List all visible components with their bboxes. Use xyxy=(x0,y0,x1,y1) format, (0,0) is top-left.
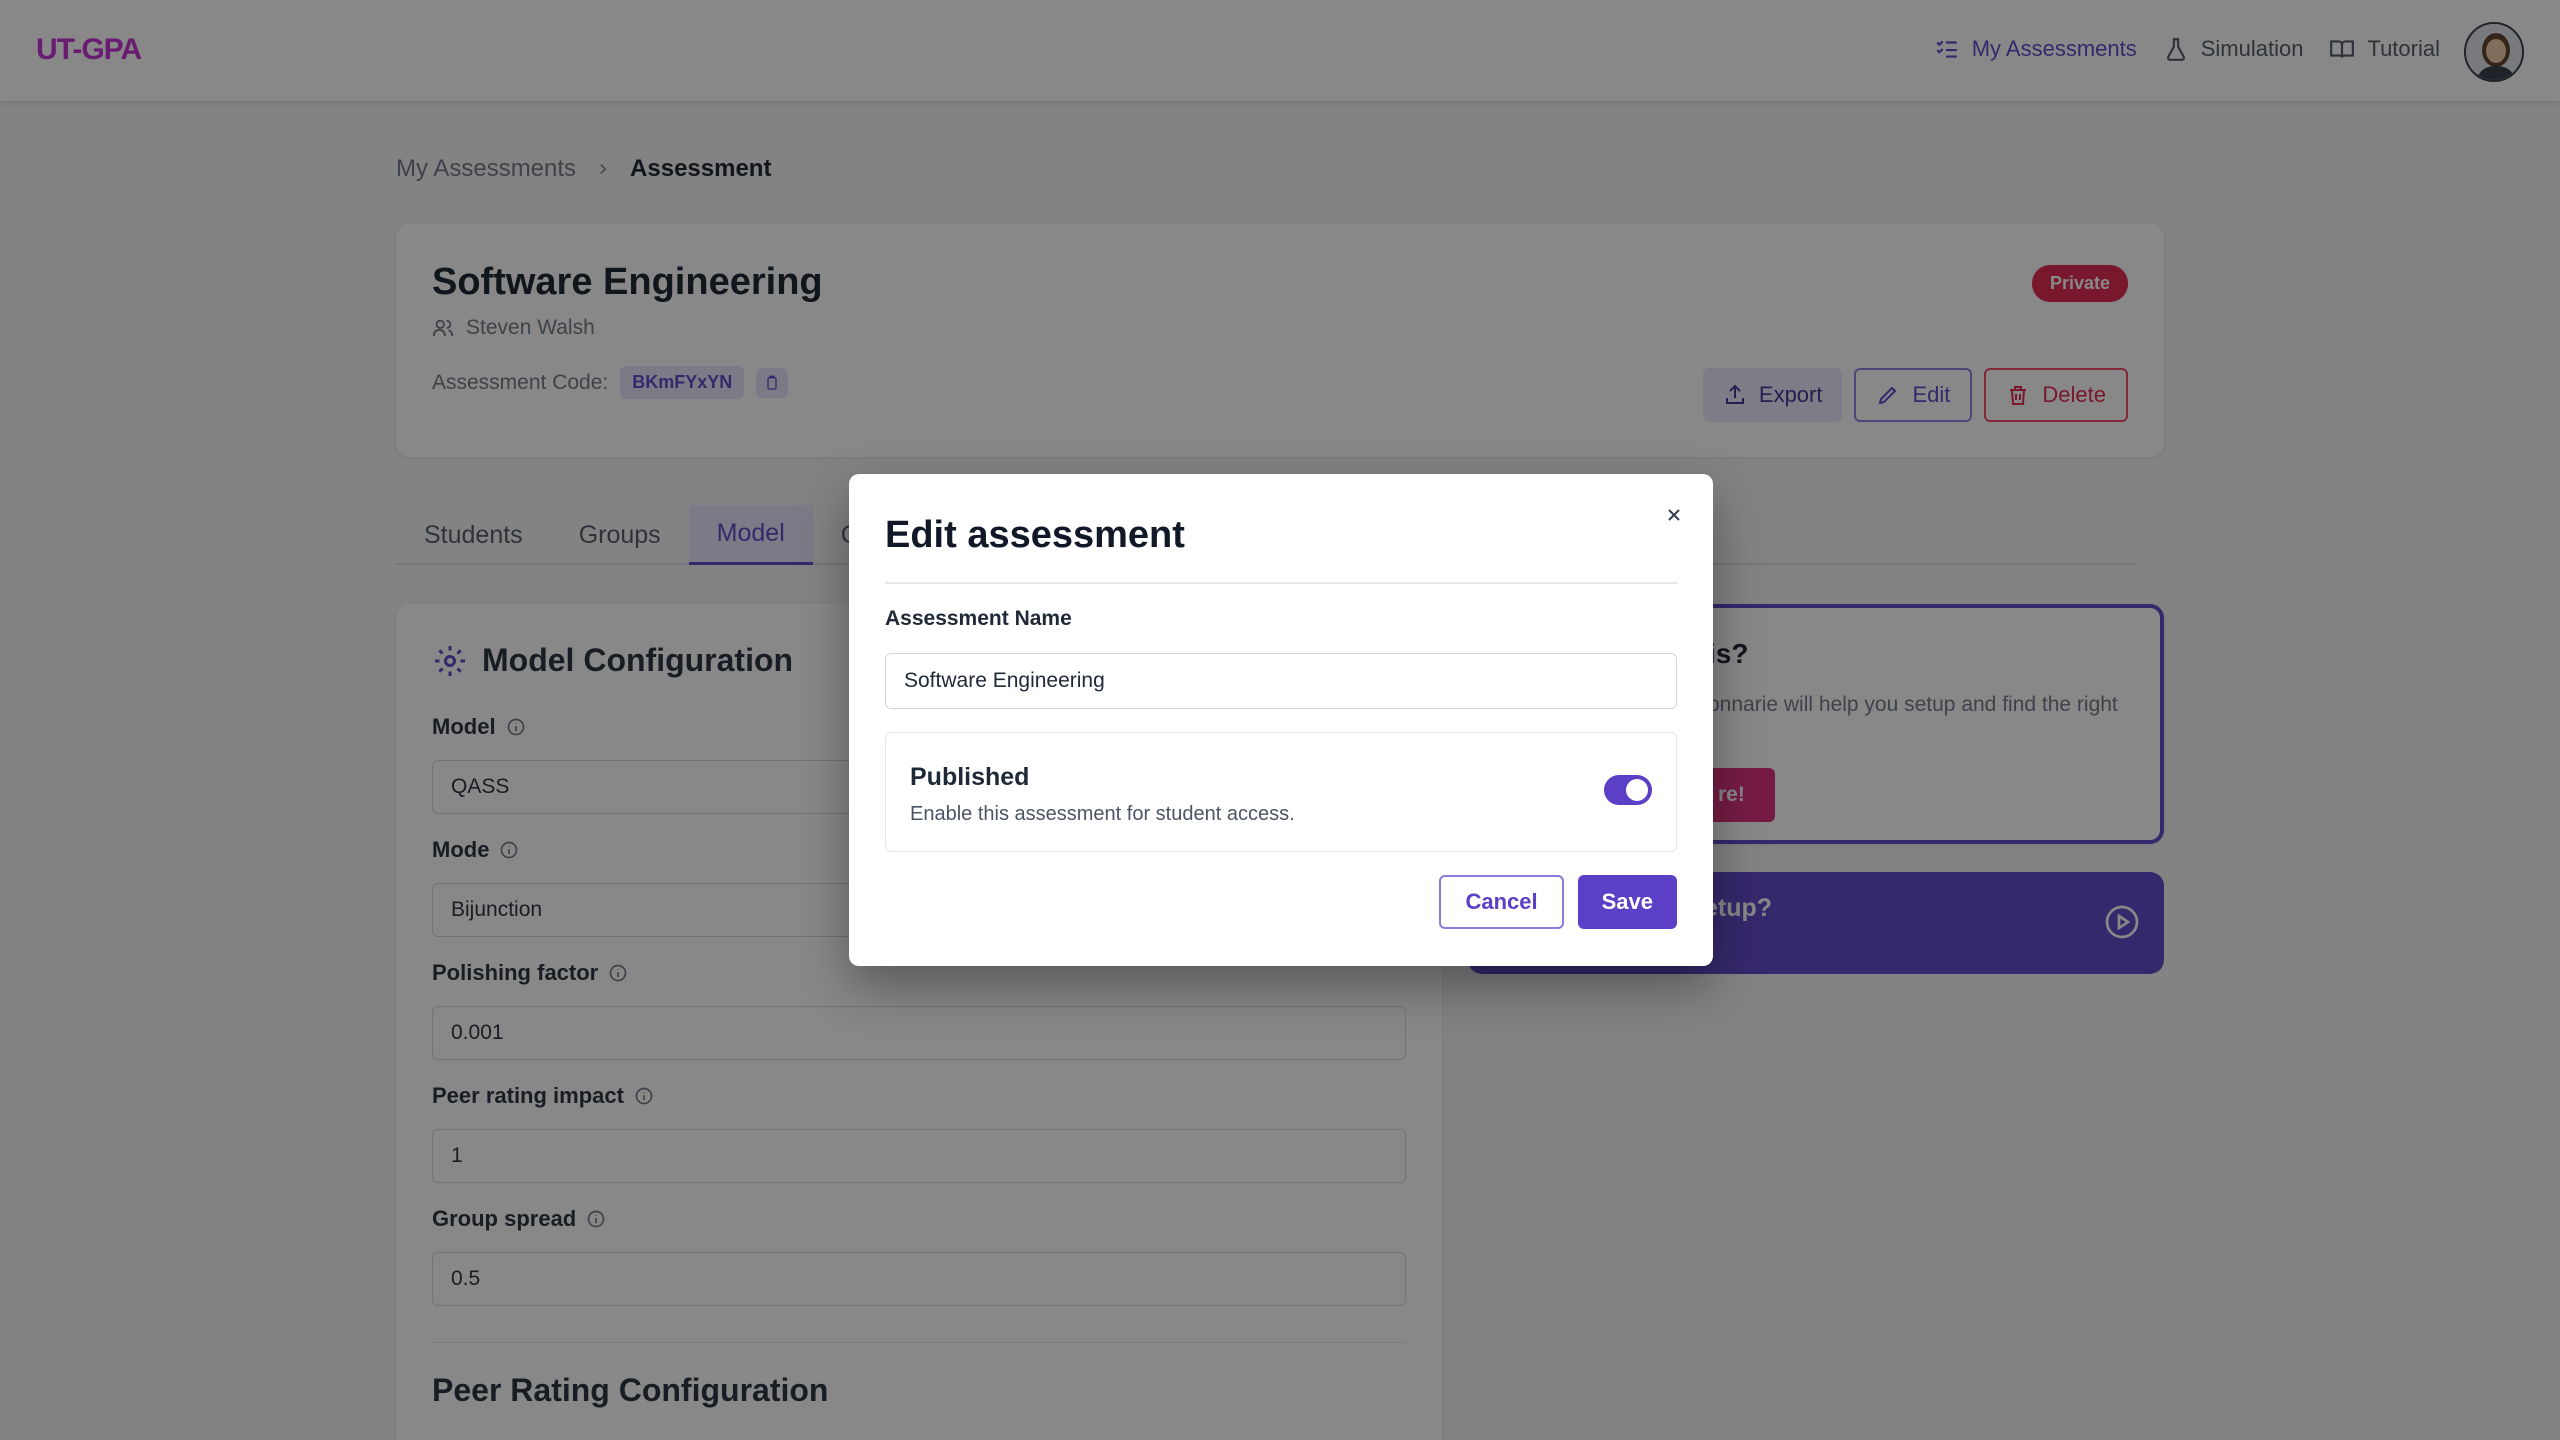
edit-assessment-dialog: Edit assessment Assessment Name Software… xyxy=(849,474,1713,966)
dialog-divider xyxy=(885,582,1677,584)
assessment-name-input[interactable]: Software Engineering xyxy=(885,653,1677,709)
toggle-knob xyxy=(1626,779,1648,801)
published-description: Enable this assessment for student acces… xyxy=(910,803,1295,825)
cancel-button[interactable]: Cancel xyxy=(1439,875,1564,929)
published-toggle[interactable] xyxy=(1604,775,1652,805)
close-icon xyxy=(1668,509,1680,521)
published-title: Published xyxy=(910,763,1030,791)
dialog-actions: Cancel Save xyxy=(1439,875,1677,929)
close-button[interactable] xyxy=(1659,500,1689,530)
assessment-name-label: Assessment Name xyxy=(885,607,1072,630)
published-setting: Published Enable this assessment for stu… xyxy=(885,732,1677,852)
save-button[interactable]: Save xyxy=(1577,875,1677,929)
dialog-title: Edit assessment xyxy=(885,514,1185,556)
